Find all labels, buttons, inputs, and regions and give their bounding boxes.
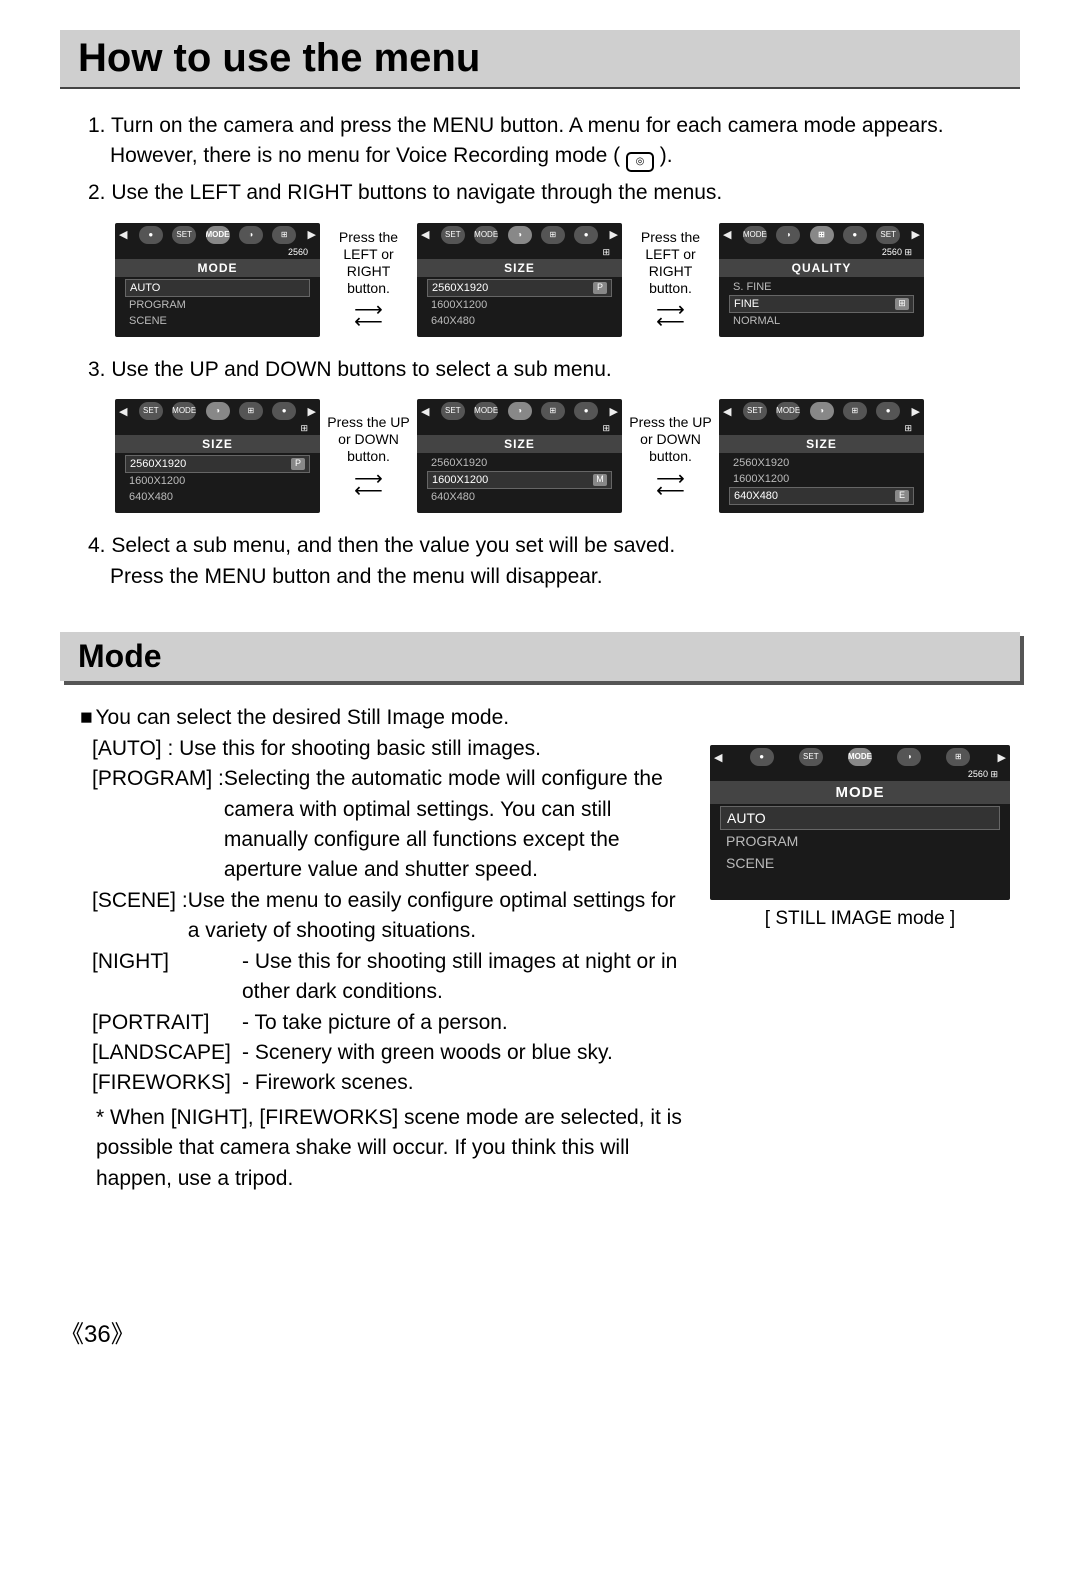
screen-size-sel3: ◀ SET MODE ◑ ⊞ ● ▶ ⊞ SIZE 2560X1920 1600… [719,399,924,513]
page-title: How to use the menu [78,36,1002,81]
screen-size: ◀ SET MODE ◑ ⊞ ● ▶ ⊞ SIZE 2560X1920P 160… [417,223,622,337]
screen-caption: [ STILL IMAGE mode ] [765,908,955,930]
screen-still-image-mode: ◀ ● SET MODE ◑ ⊞ ▶ 2560 ⊞ MODE AUTO PROG… [710,745,1010,900]
between-arrows-1: Press the LEFT or RIGHT button. ⟶⟵ [326,229,411,330]
nav-right-icon: ▶ [306,228,318,241]
voice-recording-icon: ◎ [626,152,654,172]
between-arrows-4: Press the UP or DOWN button. ⟶⟵ [628,414,713,498]
screen-size-sel1: ◀ SET MODE ◑ ⊞ ● ▶ ⊞ SIZE 2560X1920P 160… [115,399,320,513]
step-1: 1. Turn on the camera and press the MENU… [88,111,1020,172]
step-4: 4. Select a sub menu, and then the value… [88,531,1020,592]
section-mode-title: Mode [78,638,1002,675]
screens-row-2: ◀ SET MODE ◑ ⊞ ● ▶ ⊞ SIZE 2560X1920P 160… [115,399,1020,513]
screen-mode: ◀ ● SET MODE ◑ ⊞ ▶ 2560 MODE AUTO PROGRA… [115,223,320,337]
step-2: 2. Use the LEFT and RIGHT buttons to nav… [88,178,1020,208]
between-arrows-3: Press the UP or DOWN button. ⟶⟵ [326,414,411,498]
section-mode-header: Mode [60,632,1020,681]
between-arrows-2: Press the LEFT or RIGHT button. ⟶⟵ [628,229,713,330]
mode-description: ■ You can select the desired Still Image… [80,703,690,1194]
screen-size-sel2: ◀ SET MODE ◑ ⊞ ● ▶ ⊞ SIZE 2560X1920 1600… [417,399,622,513]
page-title-bar: How to use the menu [60,30,1020,89]
screen-quality: ◀ MODE ◑ ⊞ ● SET ▶ 2560 ⊞ QUALITY S. FIN… [719,223,924,337]
nav-left-icon: ◀ [117,228,129,241]
instructions: 1. Turn on the camera and press the MENU… [88,111,1020,209]
mode-footnote: * When [NIGHT], [FIREWORKS] scene mode a… [96,1103,690,1194]
step-3: 3. Use the UP and DOWN buttons to select… [88,355,1020,385]
screens-row-1: ◀ ● SET MODE ◑ ⊞ ▶ 2560 MODE AUTO PROGRA… [115,223,1020,337]
page-number: 《36》 [60,1314,1020,1349]
